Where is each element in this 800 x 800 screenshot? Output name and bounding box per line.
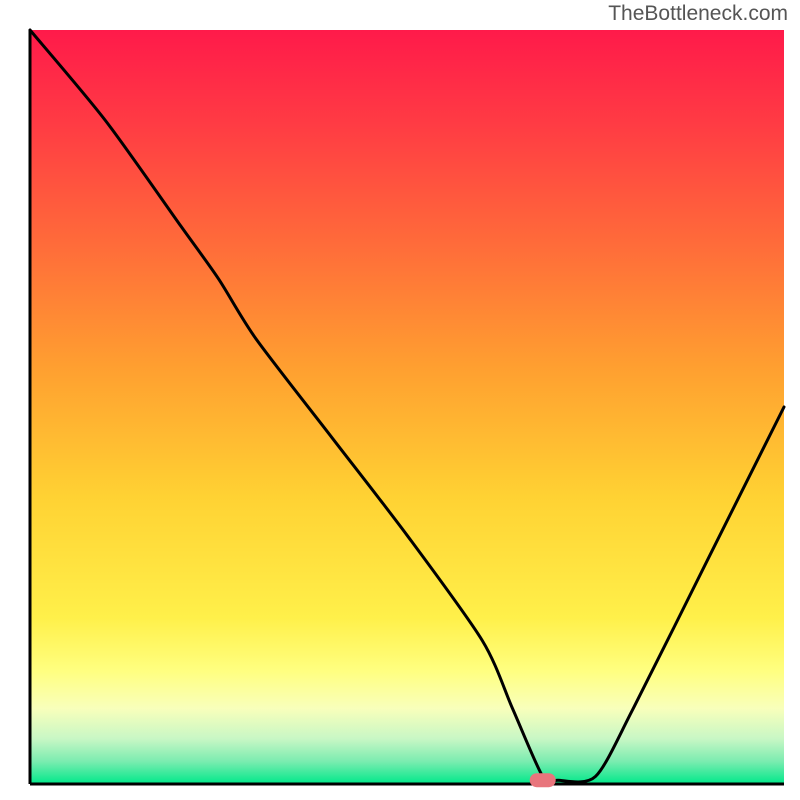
- chart-container: TheBottleneck.com: [0, 0, 800, 800]
- optimal-marker: [530, 773, 556, 787]
- gradient-background: [30, 30, 784, 784]
- watermark-text: TheBottleneck.com: [608, 2, 788, 26]
- chart-svg: [0, 0, 800, 800]
